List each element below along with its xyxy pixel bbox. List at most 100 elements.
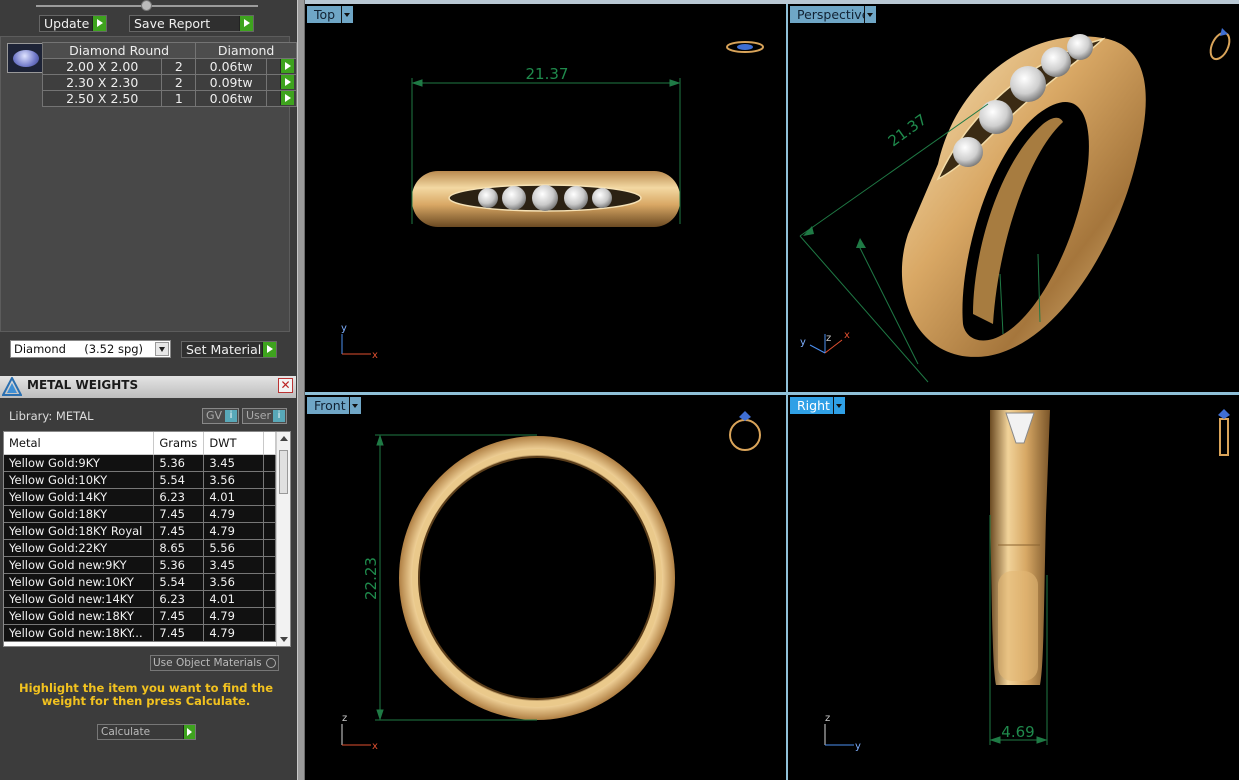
table-row[interactable]: Yellow Gold:10KY 5.54 3.56 [4, 471, 276, 489]
scroll-down-icon[interactable] [280, 637, 288, 642]
diamond-table: Diamond Round Diamond 2.00 X 2.00 2 0.06… [41, 42, 298, 107]
viewport-front[interactable]: 22.23 z x Front [305, 395, 786, 780]
set-material-button[interactable]: Set Material [181, 341, 277, 358]
right-view-canvas: 4.69 z y [824, 409, 1230, 752]
play-icon [280, 59, 294, 73]
dimension-value: 21.37 [526, 65, 569, 83]
metal-name: Yellow Gold:18KY Royal [4, 522, 155, 540]
diamond-count: 1 [161, 90, 197, 107]
row-spacer [263, 454, 276, 472]
left-panel: Update Save Report Diamond Round Diamond… [0, 0, 298, 780]
axis-y-label: y [855, 741, 861, 752]
close-icon[interactable]: ✕ [278, 378, 293, 393]
diamond-size: 2.30 X 2.30 [41, 74, 163, 91]
use-object-materials-toggle[interactable]: Use Object Materials [150, 655, 279, 671]
column-header-dwt[interactable]: DWT [203, 432, 265, 455]
row-go-button[interactable] [265, 58, 298, 75]
diamond-thumbnail-icon[interactable] [7, 43, 43, 73]
diamond-weight: 0.06tw [195, 58, 267, 75]
metal-name: Yellow Gold:10KY [4, 471, 155, 489]
chevron-down-icon[interactable] [833, 397, 845, 414]
dwt-value: 4.01 [203, 488, 265, 506]
table-row[interactable]: 2.50 X 2.50 1 0.06tw [41, 90, 298, 107]
play-icon [92, 16, 106, 31]
scroll-up-icon[interactable] [280, 436, 288, 441]
info-icon: i [225, 410, 237, 422]
material-select[interactable]: Diamond (3.52 spg) [10, 340, 171, 358]
calculate-button[interactable]: Calculate [97, 724, 196, 740]
table-row[interactable]: Yellow Gold:22KY 8.65 5.56 [4, 539, 276, 557]
chevron-down-icon[interactable] [341, 6, 353, 23]
dwt-value: 4.01 [203, 590, 265, 608]
update-button[interactable]: Update [39, 15, 107, 32]
front-view-canvas: 22.23 z x [341, 411, 761, 752]
grams-value: 7.45 [153, 522, 205, 540]
viewport-tab-top[interactable]: Top [307, 6, 345, 23]
dimension-value: 21.37 [885, 110, 930, 150]
metal-weights-title: METAL WEIGHTS [27, 378, 139, 392]
row-go-button[interactable] [265, 90, 298, 107]
update-button-label: Update [44, 16, 90, 31]
panel-splitter[interactable] [297, 0, 305, 780]
user-toggle[interactable]: User i [242, 408, 287, 424]
dimension-value: 4.69 [1001, 723, 1034, 741]
scroll-thumb[interactable] [279, 450, 288, 494]
row-spacer [263, 505, 276, 523]
viewport-top[interactable]: 21.37 y x Top [305, 4, 786, 392]
metal-name: Yellow Gold new:10KY [4, 573, 155, 591]
column-header-grams[interactable]: Grams [153, 432, 205, 455]
table-row[interactable]: 2.00 X 2.00 2 0.06tw [41, 58, 298, 75]
dwt-value: 3.45 [203, 454, 265, 472]
row-spacer [263, 624, 276, 642]
grams-value: 8.65 [153, 539, 205, 557]
viewport-right[interactable]: 4.69 z y Right [788, 395, 1239, 780]
row-go-button[interactable] [265, 74, 298, 91]
row-spacer [263, 590, 276, 608]
table-row[interactable]: Yellow Gold:9KY 5.36 3.45 [4, 454, 276, 472]
axis-x-label: x [372, 350, 378, 361]
dwt-value: 3.45 [203, 556, 265, 574]
column-header-spacer [263, 432, 276, 455]
metal-weights-header: METAL WEIGHTS ✕ [0, 376, 296, 398]
chevron-down-icon[interactable] [349, 397, 361, 414]
top-view-canvas: 21.37 y x [341, 41, 764, 361]
gv-toggle-label: GV [206, 409, 223, 422]
table-row[interactable]: Yellow Gold new:18KY... 7.45 4.79 [4, 624, 276, 642]
gv-toggle[interactable]: GV i [202, 408, 239, 424]
table-row[interactable]: Yellow Gold new:14KY 6.23 4.01 [4, 590, 276, 608]
perspective-view-canvas: 21.37 y z x [799, 28, 1231, 383]
column-header-metal[interactable]: Metal [4, 432, 155, 455]
viewport-tab-front[interactable]: Front [307, 397, 353, 414]
table-row[interactable]: Yellow Gold new:18KY 7.45 4.79 [4, 607, 276, 625]
chevron-down-icon[interactable] [155, 342, 169, 356]
ring-preview-icon [726, 41, 764, 53]
ring-preview-icon [1209, 28, 1231, 61]
row-spacer [263, 556, 276, 574]
table-row[interactable]: Yellow Gold:18KY Royal 7.45 4.79 [4, 522, 276, 540]
viewport-tab-perspective[interactable]: Perspective [790, 6, 869, 23]
viewport-tab-label: Front [314, 398, 346, 413]
axis-indicator: z y [824, 713, 861, 752]
diamond-weight: 0.06tw [195, 90, 267, 107]
axis-y-label: y [341, 323, 347, 334]
play-icon [183, 725, 195, 739]
grams-value: 5.36 [153, 454, 205, 472]
table-row[interactable]: 2.30 X 2.30 2 0.09tw [41, 74, 298, 91]
table-row[interactable]: Yellow Gold:18KY 7.45 4.79 [4, 505, 276, 523]
viewport-perspective[interactable]: 21.37 y z x Perspective [788, 4, 1239, 392]
zoom-slider-thumb[interactable] [141, 0, 152, 11]
table-row[interactable]: Yellow Gold new:9KY 5.36 3.45 [4, 556, 276, 574]
metal-name: Yellow Gold:9KY [4, 454, 155, 472]
table-scrollbar[interactable] [276, 432, 290, 646]
table-row[interactable]: Yellow Gold new:10KY 5.54 3.56 [4, 573, 276, 591]
viewport-tab-label: Top [314, 7, 336, 22]
grams-value: 5.36 [153, 556, 205, 574]
chevron-down-icon[interactable] [864, 6, 876, 23]
column-header-diamond-round: Diamond Round [41, 42, 197, 59]
viewport-tab-right[interactable]: Right [790, 397, 836, 414]
table-row[interactable]: Yellow Gold:14KY 6.23 4.01 [4, 488, 276, 506]
grams-value: 5.54 [153, 471, 205, 489]
grams-value: 5.54 [153, 573, 205, 591]
save-report-button[interactable]: Save Report [129, 15, 254, 32]
library-label: Library: METAL [9, 409, 94, 423]
